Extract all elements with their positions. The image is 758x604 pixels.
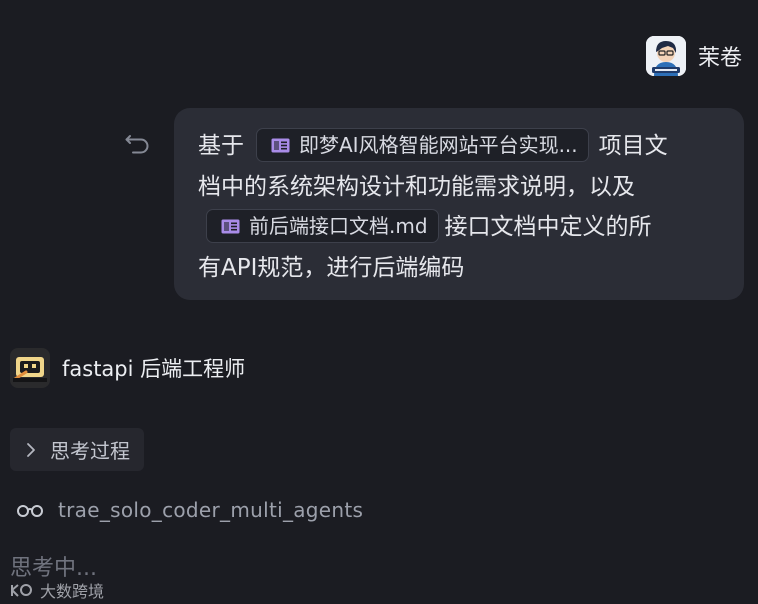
message-text: 项目文 — [598, 133, 668, 159]
message-text: 档中的系统架构设计和功能需求说明，以及 — [198, 173, 635, 200]
glasses-icon — [17, 505, 43, 517]
user-name: 茉卷 — [697, 46, 742, 71]
document-icon — [221, 219, 240, 233]
user-avatar[interactable] — [645, 36, 686, 76]
user-header: 茉卷 — [645, 36, 742, 76]
document-icon — [271, 138, 290, 152]
file-chip-project-doc[interactable]: 即梦AI风格智能网站平台实现... — [256, 128, 589, 162]
message-text: 基于 — [198, 133, 244, 159]
watermark: 大数跨境 — [10, 578, 104, 602]
thinking-process-toggle[interactable]: 思考过程 — [10, 428, 144, 471]
file-chip-label: 前后端接口文档.md — [249, 214, 428, 238]
robot-avatar-icon — [10, 348, 50, 388]
tool-call-row: trae_solo_coder_multi_agents — [16, 498, 363, 522]
watermark-logo-icon — [11, 584, 32, 597]
cartoon-user-avatar-icon — [645, 36, 686, 76]
message-text: 接口文档中定义的所 — [444, 214, 652, 240]
watermark-text: 大数跨境 — [40, 582, 105, 601]
agent-header: fastapi 后端工程师 — [10, 348, 245, 388]
user-message-bubble: 基于 即梦AI风格智能网站平台实现... 项目文档中的系统架构设计和功能需求说明，以… — [174, 108, 744, 300]
agent-name: fastapi 后端工程师 — [62, 357, 246, 381]
message-text: 有API规范，进行后端编码 — [198, 254, 465, 281]
file-chip-api-doc[interactable]: 前后端接口文档.md — [206, 209, 439, 243]
agent-avatar — [10, 348, 50, 388]
thinking-process-label: 思考过程 — [50, 439, 130, 463]
undo-icon[interactable] — [124, 130, 152, 158]
file-chip-label: 即梦AI风格智能网站平台实现... — [299, 133, 578, 157]
tool-name: trae_solo_coder_multi_agents — [58, 498, 364, 522]
chevron-right-icon — [27, 442, 35, 457]
